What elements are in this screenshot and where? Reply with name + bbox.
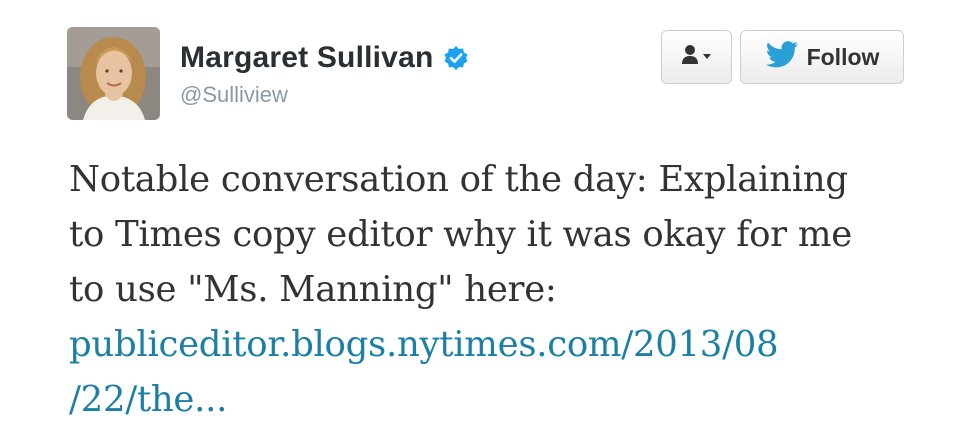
tweet-link-line[interactable]: publiceditor.blogs.nytimes.com/2013/08 (69, 317, 939, 372)
tweet-link-continued[interactable]: /22/the... (69, 379, 227, 420)
verified-badge-icon (443, 45, 469, 71)
author-name[interactable]: Margaret Sullivan (180, 41, 433, 75)
follow-label: Follow (806, 43, 880, 70)
tweet-text-line: to use "Ms. Manning" here: (69, 269, 557, 310)
user-dropdown-icon (679, 43, 715, 72)
twitter-bird-icon (765, 40, 799, 74)
author-handle[interactable]: @Sulliview (180, 82, 469, 108)
tweet-link-line[interactable]: /22/the... (69, 372, 939, 427)
name-row: Margaret Sullivan (180, 38, 469, 78)
follow-button[interactable]: Follow (740, 30, 904, 84)
tweet-text-line: to Times copy editor why it was okay for… (69, 214, 852, 255)
avatar[interactable] (67, 27, 160, 120)
tweet-text: Notable conversation of the day: Explain… (69, 152, 939, 427)
avatar-image (67, 27, 160, 120)
tweet-text-line: Notable conversation of the day: Explain… (69, 159, 848, 200)
user-actions-button[interactable] (661, 30, 732, 84)
author-block: Margaret Sullivan @Sulliview (180, 38, 469, 108)
tweet-link[interactable]: publiceditor.blogs.nytimes.com/2013/08 (69, 324, 779, 365)
embedded-tweet: Margaret Sullivan @Sulliview Follow Nota… (0, 0, 980, 435)
